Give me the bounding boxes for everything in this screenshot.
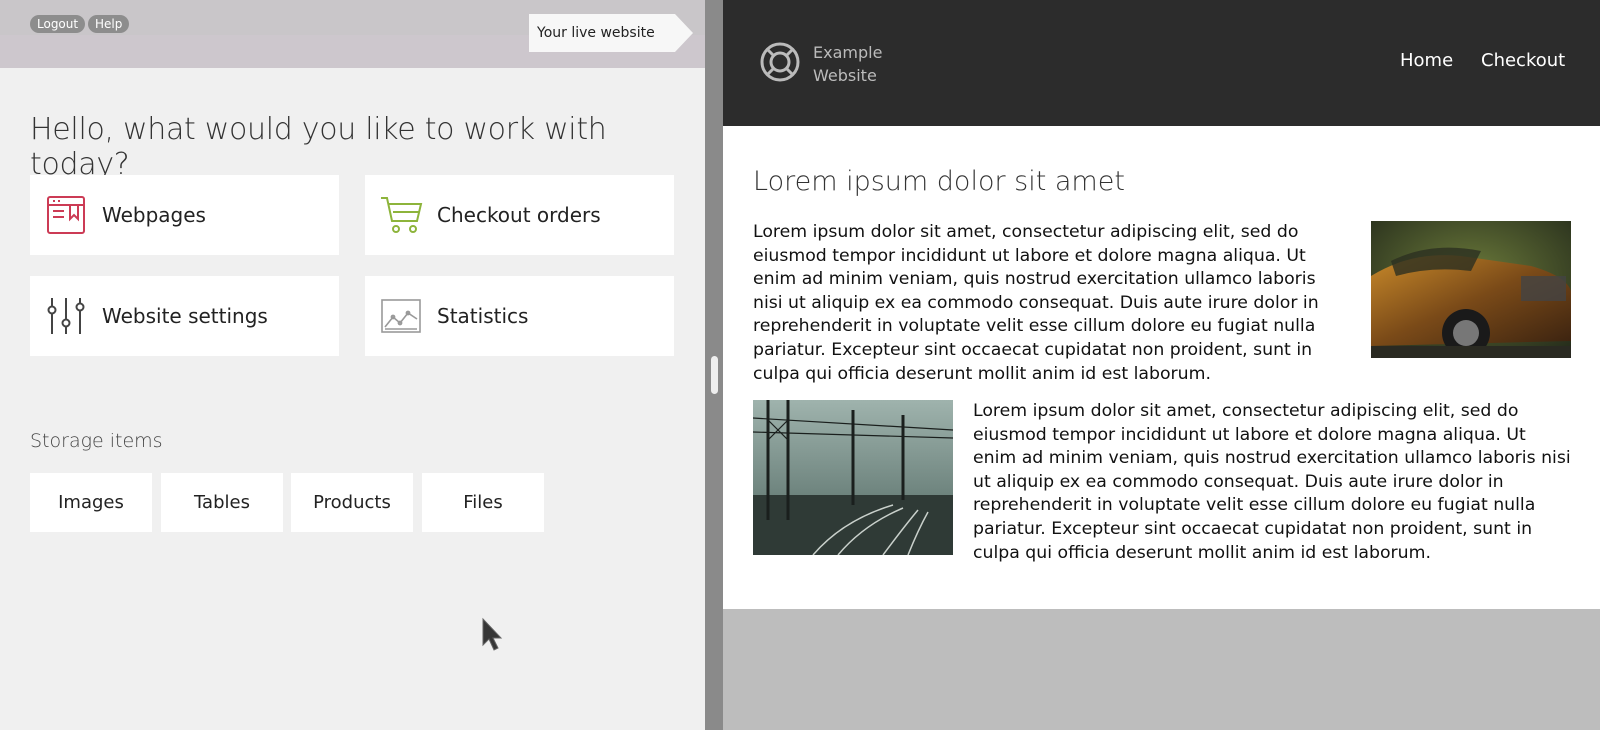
site-logo-text[interactable]: Example Website [813, 41, 903, 87]
nav-home-link[interactable]: Home [1400, 50, 1453, 71]
site-header: Example Website Home Checkout [723, 0, 1600, 126]
admin-panel: Logout Help Your live website Hello, wha… [0, 0, 705, 730]
webpages-tile[interactable]: Webpages [30, 175, 339, 255]
chart-icon [379, 294, 423, 338]
site-page-title: Lorem ipsum dolor sit amet [753, 166, 1125, 197]
tile-label: Website settings [102, 304, 268, 328]
paragraph-2: Lorem ipsum dolor sit amet, consectetur … [973, 401, 1571, 563]
resize-handle[interactable] [711, 356, 718, 394]
storage-tables-button[interactable]: Tables [161, 473, 283, 532]
website-preview: Example Website Home Checkout Lorem ipsu… [723, 0, 1600, 609]
website-settings-tile[interactable]: Website settings [30, 276, 339, 356]
storage-title: Storage items [30, 430, 163, 452]
logo-line-1: Example [813, 43, 883, 62]
sliders-icon [44, 294, 88, 338]
page-title: Hello, what would you like to work with … [30, 112, 607, 182]
storage-products-button[interactable]: Products [291, 473, 413, 532]
storage-images-button[interactable]: Images [30, 473, 152, 532]
webpage-icon [44, 193, 88, 237]
tile-label: Statistics [437, 304, 529, 328]
logout-button[interactable]: Logout [30, 15, 86, 33]
storage-files-button[interactable]: Files [422, 473, 544, 532]
tile-label: Checkout orders [437, 203, 601, 227]
cart-icon [379, 193, 423, 237]
tile-label: Webpages [102, 203, 206, 227]
checkout-orders-tile[interactable]: Checkout orders [365, 175, 674, 255]
lifebuoy-icon [759, 41, 801, 87]
logo-line-2: Website [813, 66, 877, 85]
paragraph-1: Lorem ipsum dolor sit amet, consectetur … [753, 222, 1319, 384]
nav-checkout-link[interactable]: Checkout [1481, 50, 1565, 71]
live-website-tag[interactable]: Your live website [529, 14, 693, 52]
railway-image [753, 400, 953, 555]
statistics-tile[interactable]: Statistics [365, 276, 674, 356]
mouse-cursor-icon [481, 617, 505, 657]
help-button[interactable]: Help [88, 15, 130, 33]
car-image [1371, 221, 1571, 358]
